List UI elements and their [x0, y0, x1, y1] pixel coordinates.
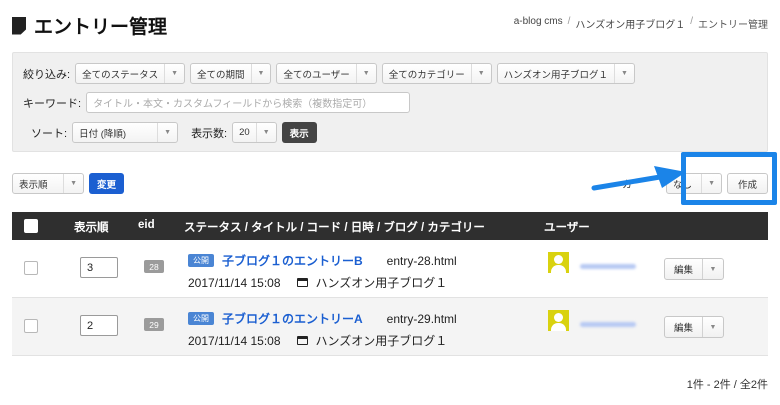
page-header: エントリー管理 a-blog cms / ハンズオン用子ブログ１ / エントリー… — [12, 10, 768, 38]
eid-badge: 29 — [144, 318, 164, 331]
show-button[interactable]: 表示 — [281, 122, 317, 143]
entry-summary: 公開 子ブログ１のエントリーB entry-28.html — [188, 252, 457, 269]
entry-code: entry-29.html — [386, 311, 457, 326]
breadcrumb-separator: / — [690, 16, 693, 27]
entry-code: entry-28.html — [386, 253, 457, 268]
sort-select-value: 日付 (降順) — [79, 128, 127, 140]
page-title: エントリー管理 — [12, 12, 167, 39]
breadcrumb-separator: / — [567, 16, 571, 27]
chevron-down-icon: ▼ — [470, 64, 485, 83]
breadcrumb-item-current: エントリー管理 — [698, 20, 768, 31]
table-row: 2 29 公開 子ブログ１のエントリーA entry-29.html 2017/… — [12, 298, 768, 356]
page-title-text: エントリー管理 — [34, 17, 168, 38]
keyword-input[interactable]: タイトル・本文・カスタムフィールドから検索（複数指定可） — [86, 92, 411, 113]
status-select[interactable]: 全てのステータス ▼ — [75, 63, 186, 84]
blog-select-value: ハンズオン用子ブログ１ — [503, 69, 608, 81]
edit-button[interactable]: 編集 — [665, 259, 704, 279]
user-select[interactable]: 全てのユーザー ▼ — [276, 63, 377, 84]
edit-button[interactable]: 編集 — [665, 317, 704, 337]
change-button[interactable]: 変更 — [89, 173, 125, 194]
avatar — [548, 310, 569, 331]
breadcrumb-item-blog[interactable]: ハンズオン用子ブログ１ — [575, 16, 685, 31]
entry-datetime: 2017/11/14 15:08 — [188, 275, 281, 290]
document-icon — [12, 16, 26, 35]
keyword-row: キーワード: タイトル・本文・カスタムフィールドから検索（複数指定可） — [23, 92, 411, 113]
chevron-down-icon: ▼ — [164, 64, 178, 83]
entries-table: 表示順 eid ステータス / タイトル / コード / 日時 / ブログ / … — [12, 212, 768, 356]
status-select-value: 全てのステータス — [82, 69, 159, 81]
chevron-down-icon: ▼ — [613, 64, 628, 83]
avatar — [548, 252, 569, 273]
category-select[interactable]: 全てのカテゴリー ▼ — [381, 63, 492, 84]
filter-panel: 絞り込み: 全てのステータス ▼ 全ての期間 ▼ 全てのユーザー ▼ 全てのカテ… — [12, 52, 768, 152]
bulk-order-select[interactable]: 表示順 ▼ — [12, 173, 84, 194]
status-badge: 公開 — [188, 254, 214, 267]
breadcrumb-item-root[interactable]: a-blog cms — [514, 16, 563, 31]
row-checkbox[interactable] — [24, 319, 38, 333]
entry-blog: ハンズオン用子ブログ１ — [315, 276, 448, 290]
table-header: 表示順 eid ステータス / タイトル / コード / 日時 / ブログ / … — [12, 212, 768, 240]
header-user: ユーザー — [544, 222, 590, 234]
edit-button-group: 編集 ▼ — [664, 258, 725, 280]
count-label: 表示数: — [191, 127, 228, 140]
user-name-redacted[interactable] — [580, 322, 636, 327]
filter-row: 絞り込み: 全てのステータス ▼ 全ての期間 ▼ 全てのユーザー ▼ 全てのカテ… — [23, 63, 635, 84]
blog-icon — [296, 278, 308, 287]
keyword-label: キーワード: — [23, 97, 82, 110]
annotation-arrow-icon — [591, 166, 686, 191]
status-badge: 公開 — [188, 312, 214, 325]
bulk-actions: 表示順 ▼ 変更 — [12, 173, 125, 194]
chevron-down-icon: ▼ — [157, 123, 171, 142]
annotation-highlight-box — [681, 152, 777, 205]
blog-select[interactable]: ハンズオン用子ブログ１ ▼ — [496, 63, 635, 84]
sort-row: ソート: 日付 (降順) ▼ 表示数: 20 ▼ 表示 — [31, 122, 317, 143]
row-checkbox[interactable] — [24, 261, 38, 275]
count-select[interactable]: 20 ▼ — [232, 122, 277, 143]
header-order[interactable]: 表示順 — [74, 219, 109, 235]
order-input[interactable]: 2 — [80, 315, 118, 336]
entry-meta: 2017/11/14 15:08 ハンズオン用子ブログ１ — [188, 332, 447, 349]
chevron-down-icon: ▼ — [355, 64, 370, 83]
entry-blog: ハンズオン用子ブログ１ — [315, 334, 448, 348]
entry-summary: 公開 子ブログ１のエントリーA entry-29.html — [188, 310, 457, 327]
user-select-value: 全てのユーザー — [283, 69, 350, 81]
order-input[interactable]: 3 — [80, 257, 118, 278]
chevron-down-icon: ▼ — [250, 64, 264, 83]
chevron-down-icon[interactable]: ▼ — [703, 259, 723, 279]
user-name-redacted[interactable] — [580, 264, 636, 269]
sort-select[interactable]: 日付 (降順) ▼ — [72, 122, 179, 143]
eid-badge: 28 — [144, 260, 164, 273]
entry-title-link[interactable]: 子ブログ１のエントリーB — [222, 252, 363, 269]
header-main: ステータス / タイトル / コード / 日時 / ブログ / カテゴリー — [184, 222, 485, 234]
sort-label: ソート: — [31, 127, 68, 140]
count-select-value: 20 — [239, 127, 250, 138]
chevron-down-icon: ▼ — [255, 123, 270, 142]
edit-button-group: 編集 ▼ — [664, 316, 725, 338]
entry-meta: 2017/11/14 15:08 ハンズオン用子ブログ１ — [188, 274, 447, 291]
chevron-down-icon[interactable]: ▼ — [703, 317, 723, 337]
table-row: 3 28 公開 子ブログ１のエントリーB entry-28.html 2017/… — [12, 240, 768, 298]
header-eid[interactable]: eid — [138, 219, 155, 231]
breadcrumb: a-blog cms / ハンズオン用子ブログ１ / エントリー管理 — [514, 16, 768, 31]
entry-title-link[interactable]: 子ブログ１のエントリーA — [222, 310, 363, 327]
period-select-value: 全ての期間 — [197, 69, 245, 81]
blog-icon — [296, 336, 308, 345]
pagination-summary: 1件 - 2件 / 全2件 — [686, 379, 768, 391]
entry-datetime: 2017/11/14 15:08 — [188, 333, 281, 348]
chevron-down-icon: ▼ — [63, 174, 77, 193]
filter-label: 絞り込み: — [23, 68, 71, 81]
category-select-value: 全てのカテゴリー — [388, 69, 465, 81]
bulk-order-select-value: 表示順 — [19, 179, 48, 191]
period-select[interactable]: 全ての期間 ▼ — [190, 63, 272, 84]
select-all-checkbox[interactable] — [24, 219, 38, 233]
